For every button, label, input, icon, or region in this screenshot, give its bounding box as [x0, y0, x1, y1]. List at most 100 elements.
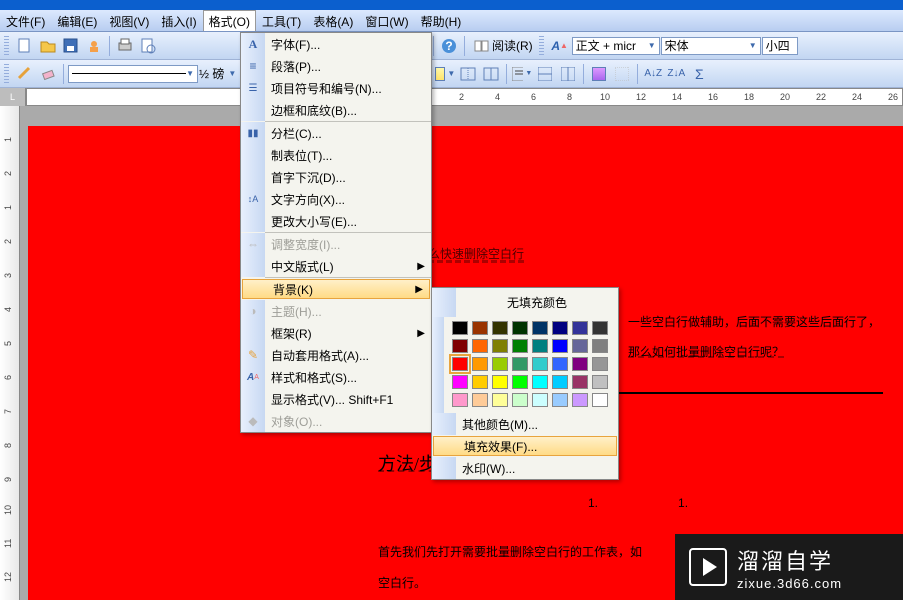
color-swatch[interactable] [472, 357, 488, 371]
color-swatch[interactable] [512, 357, 528, 371]
line-weight-combo[interactable]: ½ 磅▼ [199, 65, 236, 82]
color-swatch[interactable] [552, 357, 568, 371]
menu-item-columns[interactable]: ▮▮分栏(C)... [241, 122, 431, 144]
line-style-combo[interactable]: ▼ [68, 65, 198, 83]
color-swatch[interactable] [472, 393, 488, 407]
menu-item-reveal-formatting[interactable]: 显示格式(V)... Shift+F1 [241, 388, 431, 410]
toolbar-handle-3[interactable] [4, 64, 9, 84]
color-swatch[interactable] [552, 339, 568, 353]
sort-asc-button[interactable]: A↓Z [642, 63, 664, 85]
menu-item-asian-layout[interactable]: 中文版式(L)▶ [241, 255, 431, 277]
color-swatch[interactable] [492, 339, 508, 353]
menu-tools[interactable]: 工具(T) [256, 10, 307, 31]
menu-item-paragraph[interactable]: ≡段落(P)... [241, 55, 431, 77]
style-indicator-icon[interactable]: A▲ [549, 35, 571, 57]
distribute-cols-button[interactable] [557, 63, 579, 85]
permission-button[interactable] [83, 35, 105, 57]
hide-gridlines-button[interactable] [611, 63, 633, 85]
split-cells-button[interactable] [480, 63, 502, 85]
font-size-combo[interactable]: 小四 [762, 37, 798, 55]
style-combo[interactable]: 正文 + micr▼ [572, 37, 660, 55]
color-swatch[interactable] [472, 321, 488, 335]
toolbar-handle[interactable] [4, 36, 9, 56]
menu-view[interactable]: 视图(V) [103, 10, 155, 31]
draw-table-button[interactable] [14, 63, 36, 85]
menu-item-autoformat[interactable]: ✎自动套用格式(A)... [241, 344, 431, 366]
menu-item-tabs[interactable]: 制表位(T)... [241, 144, 431, 166]
menu-file[interactable]: 文件(F) [0, 10, 51, 31]
color-swatch[interactable] [592, 339, 608, 353]
color-swatch[interactable] [532, 375, 548, 389]
eraser-button[interactable] [37, 63, 59, 85]
menu-item-background[interactable]: 背景(K)▶ [242, 279, 430, 299]
fill-effects-option[interactable]: 填充效果(F)... [433, 436, 617, 456]
merge-cells-button[interactable] [457, 63, 479, 85]
color-swatch[interactable] [492, 357, 508, 371]
color-swatch[interactable] [472, 339, 488, 353]
color-swatch[interactable] [552, 375, 568, 389]
color-swatch[interactable] [452, 339, 468, 353]
read-mode-button[interactable]: 阅读(R) [469, 35, 538, 57]
menu-item-theme: ◑主题(H)... [241, 300, 431, 322]
color-swatch[interactable] [512, 339, 528, 353]
font-combo[interactable]: 宋体▼ [661, 37, 761, 55]
color-swatch[interactable] [592, 321, 608, 335]
color-swatch[interactable] [492, 321, 508, 335]
color-swatch[interactable] [592, 393, 608, 407]
menu-table[interactable]: 表格(A) [307, 10, 359, 31]
menu-item-bullets[interactable]: ☰项目符号和编号(N)... [241, 77, 431, 99]
color-swatch[interactable] [512, 321, 528, 335]
color-swatch[interactable] [592, 375, 608, 389]
menu-item-borders[interactable]: 边框和底纹(B)... [241, 99, 431, 121]
help-button[interactable]: ? [438, 35, 460, 57]
insert-table-button[interactable]: ▼ [434, 63, 456, 85]
print-button[interactable] [114, 35, 136, 57]
color-swatch[interactable] [532, 357, 548, 371]
autosum-button[interactable]: Σ [688, 63, 710, 85]
color-swatch[interactable] [572, 339, 588, 353]
color-swatch[interactable] [532, 321, 548, 335]
color-swatch[interactable] [532, 393, 548, 407]
menu-item-change-case[interactable]: 更改大小写(E)... [241, 210, 431, 232]
color-swatch[interactable] [512, 375, 528, 389]
new-doc-button[interactable] [14, 35, 36, 57]
color-swatch[interactable] [572, 375, 588, 389]
menu-format[interactable]: 格式(O) [203, 10, 256, 31]
open-button[interactable] [37, 35, 59, 57]
align-button[interactable]: ▼ [511, 63, 533, 85]
color-swatch[interactable] [492, 375, 508, 389]
print-preview-button[interactable] [137, 35, 159, 57]
menu-item-frames[interactable]: 框架(R)▶ [241, 322, 431, 344]
autoformat-table-button[interactable] [588, 63, 610, 85]
watermark-option[interactable]: 水印(W)... [432, 457, 618, 479]
color-swatch[interactable] [572, 357, 588, 371]
color-swatch[interactable] [472, 375, 488, 389]
menu-edit[interactable]: 编辑(E) [51, 10, 103, 31]
no-fill-option[interactable]: 无填充颜色 [456, 288, 618, 317]
save-button[interactable] [60, 35, 82, 57]
menu-item-font[interactable]: A字体(F)... [241, 33, 431, 55]
distribute-rows-button[interactable] [534, 63, 556, 85]
toolbar-handle-2[interactable] [539, 36, 544, 56]
color-swatch[interactable] [532, 339, 548, 353]
color-swatch[interactable] [552, 393, 568, 407]
menu-item-text-direction[interactable]: ↕A文字方向(X)... [241, 188, 431, 210]
more-colors-option[interactable]: 其他颜色(M)... [432, 413, 618, 435]
menu-window[interactable]: 窗口(W) [359, 10, 414, 31]
color-swatch[interactable] [452, 375, 468, 389]
color-swatch[interactable] [572, 393, 588, 407]
menu-insert[interactable]: 插入(I) [155, 10, 202, 31]
color-swatch[interactable] [452, 321, 468, 335]
color-swatch[interactable] [492, 393, 508, 407]
sort-desc-button[interactable]: Z↓A [665, 63, 687, 85]
color-swatch[interactable] [512, 393, 528, 407]
tab-selector[interactable]: L [0, 88, 26, 106]
color-swatch[interactable] [592, 357, 608, 371]
color-swatch[interactable] [552, 321, 568, 335]
menu-item-styles[interactable]: AA样式和格式(S)... [241, 366, 431, 388]
menu-help[interactable]: 帮助(H) [415, 10, 468, 31]
color-swatch[interactable] [452, 357, 468, 371]
menu-item-dropcap[interactable]: 首字下沉(D)... [241, 166, 431, 188]
color-swatch[interactable] [452, 393, 468, 407]
color-swatch[interactable] [572, 321, 588, 335]
